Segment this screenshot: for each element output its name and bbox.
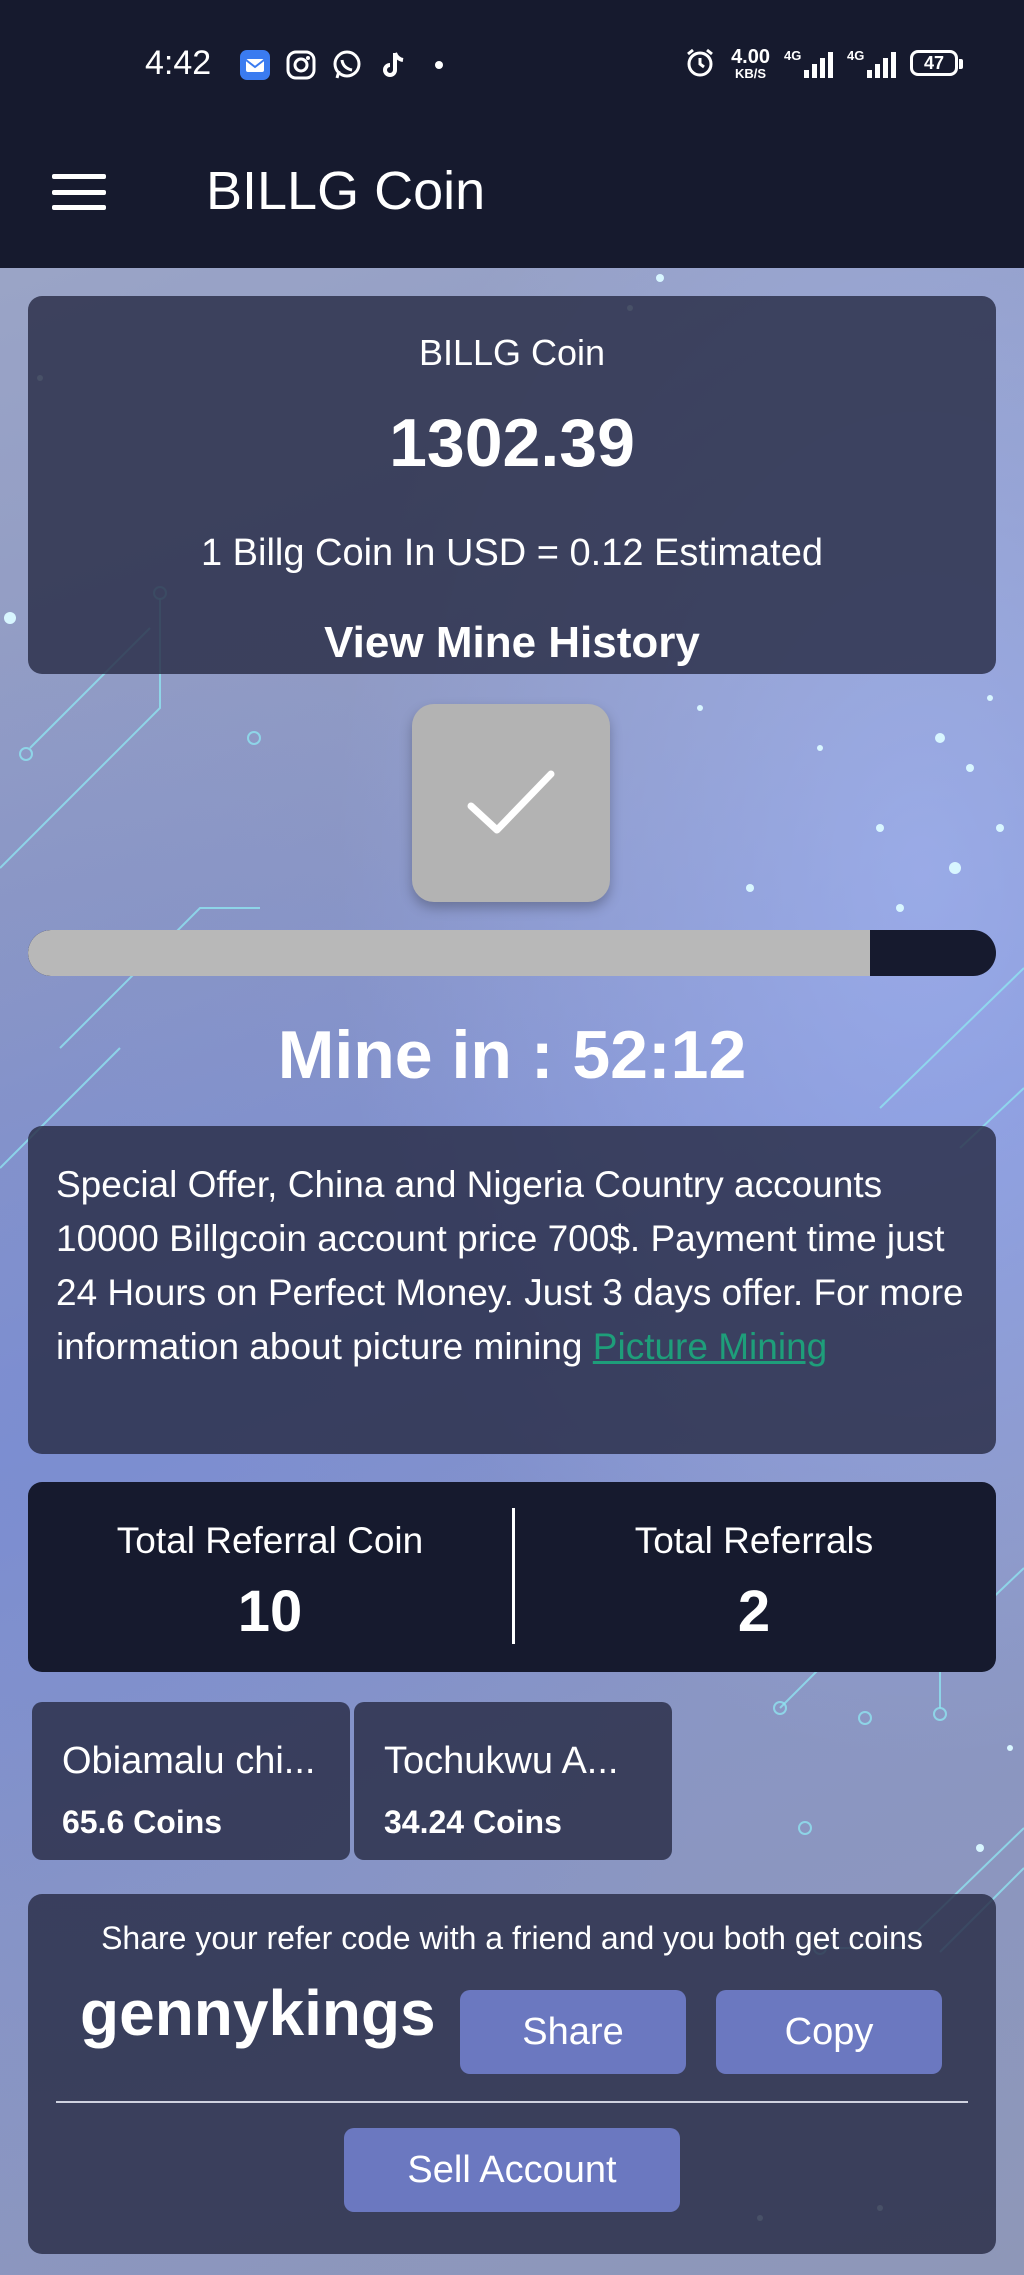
more-notifications-icon: [422, 48, 456, 82]
referral-user-coins: 34.24 Coins: [384, 1804, 562, 1840]
message-app-icon: [238, 48, 272, 82]
instagram-icon: [284, 48, 318, 82]
share-message: Share your refer code with a friend and …: [101, 1920, 923, 1956]
signal-icon-2: 4G: [847, 48, 896, 78]
total-referral-coin-value: 10: [237, 1579, 303, 1644]
referral-user-name: Obiamalu chi...: [62, 1740, 316, 1782]
mine-button[interactable]: [412, 704, 610, 902]
total-referrals: Total Referrals 2: [512, 1482, 996, 1672]
referral-user-name: Tochukwu A...: [384, 1740, 619, 1782]
mine-timer: Mine in : 52:12: [277, 1017, 747, 1093]
offer-text: Special Offer, China and Nigeria Country…: [56, 1158, 968, 1374]
app-title: BILLG Coin: [206, 161, 486, 221]
offer-message: Special Offer, China and Nigeria Country…: [56, 1164, 964, 1367]
app-bar: BILLG Coin: [0, 130, 1024, 268]
total-referrals-value: 2: [737, 1579, 771, 1644]
network-speed-value: 4.00: [731, 45, 770, 68]
battery-icon: 47: [910, 50, 963, 76]
status-bar: 4:42 4.00 KB/S 4G 4G 47: [0, 0, 1024, 130]
special-offer-card: Special Offer, China and Nigeria Country…: [28, 1126, 996, 1454]
total-referral-coin-label: Total Referral Coin: [116, 1520, 424, 1561]
refer-code: gennykings: [80, 1977, 436, 2049]
status-time: 4:42: [145, 44, 212, 82]
signal-label: 4G: [784, 48, 802, 63]
main-content: BILLG Coin 1302.39 1 Billg Coin In USD =…: [0, 268, 1024, 2275]
balance-card: BILLG Coin 1302.39 1 Billg Coin In USD =…: [28, 296, 996, 674]
whatsapp-icon: [330, 48, 364, 82]
mining-progress-fill: [28, 930, 871, 976]
tiktok-icon: [376, 48, 410, 82]
total-referral-coin: Total Referral Coin 10: [28, 1482, 512, 1672]
signal-icon: 4G: [784, 48, 833, 78]
system-icons: 4.00 KB/S 4G 4G 47: [683, 46, 963, 80]
network-speed-unit: KB/S: [735, 65, 767, 81]
signal-label-2: 4G: [847, 48, 865, 63]
share-button[interactable]: Share: [460, 1990, 686, 2074]
referral-user-card[interactable]: Tochukwu A... 34.24 Coins: [354, 1702, 672, 1860]
total-referrals-label: Total Referrals: [634, 1520, 874, 1561]
picture-mining-link[interactable]: Picture Mining: [593, 1326, 827, 1367]
alarm-icon: [683, 46, 717, 80]
referral-user-card[interactable]: Obiamalu chi... 65.6 Coins: [32, 1702, 350, 1860]
notification-icons: [238, 48, 456, 82]
checkmark-icon: [467, 770, 555, 834]
usd-rate: 1 Billg Coin In USD = 0.12 Estimated: [200, 532, 824, 574]
network-speed: 4.00 KB/S: [731, 47, 770, 80]
balance-amount: 1302.39: [389, 405, 635, 481]
copy-button[interactable]: Copy: [716, 1990, 942, 2074]
mining-progress-bar: [28, 930, 996, 976]
referral-user-coins: 65.6 Coins: [62, 1804, 223, 1840]
view-mine-history-link[interactable]: View Mine History: [28, 618, 996, 668]
balance-title: BILLG Coin: [418, 332, 606, 373]
share-refer-card: Share your refer code with a friend and …: [28, 1894, 996, 2254]
divider: [56, 2101, 968, 2103]
hamburger-menu-icon[interactable]: [52, 170, 106, 214]
referral-stats-card: Total Referral Coin 10 Total Referrals 2: [28, 1482, 996, 1672]
sell-account-button[interactable]: Sell Account: [344, 2128, 680, 2212]
